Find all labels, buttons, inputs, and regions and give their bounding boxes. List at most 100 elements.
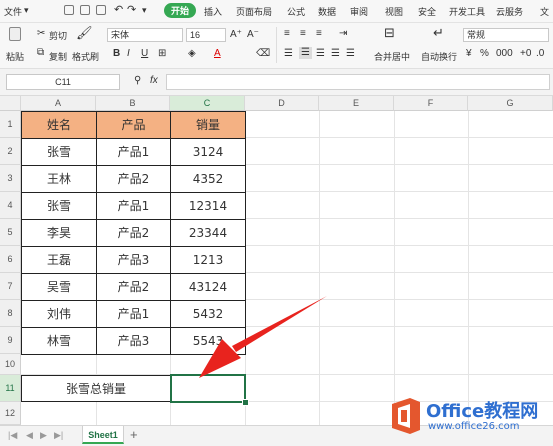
format-painter-icon[interactable]: 🖌 — [76, 26, 93, 39]
row-header-3[interactable]: 3 — [0, 165, 21, 192]
summary-label-cell[interactable]: 张雪总销量 — [21, 375, 171, 402]
table-cell[interactable]: 产品1 — [96, 138, 171, 166]
row-header-10[interactable]: 10 — [0, 354, 21, 375]
tab-home[interactable]: 开始 — [164, 3, 197, 18]
table-cell[interactable]: 产品1 — [96, 192, 171, 220]
tab-insert[interactable]: 插入 — [204, 5, 222, 18]
table-cell[interactable]: 23344 — [170, 219, 246, 247]
select-all-corner[interactable] — [0, 96, 21, 111]
table-cell[interactable]: 产品3 — [96, 327, 171, 355]
table-cell[interactable]: 吴雪 — [21, 273, 97, 301]
tab-more[interactable]: 文 — [540, 5, 549, 18]
tab-cloud[interactable]: 云服务 — [496, 5, 523, 18]
paste-icon[interactable] — [9, 27, 21, 41]
cut-button[interactable]: 剪切 — [49, 29, 67, 42]
italic-button[interactable]: I — [127, 48, 130, 60]
header-cell-product[interactable]: 产品 — [96, 111, 171, 139]
table-cell[interactable]: 刘伟 — [21, 300, 97, 328]
file-menu[interactable]: 文件 — [4, 5, 22, 18]
tab-view[interactable]: 视图 — [385, 5, 403, 18]
cut-icon[interactable]: ✂ — [37, 28, 45, 40]
export-icon[interactable] — [80, 5, 90, 15]
next-sheet-icon[interactable]: ▶ — [40, 429, 47, 441]
clear-format-icon[interactable]: ⌫ — [256, 48, 270, 60]
column-header-d[interactable]: D — [245, 96, 319, 111]
header-cell-sales[interactable]: 销量 — [170, 111, 246, 139]
paste-button[interactable]: 粘贴 — [6, 50, 24, 63]
font-name-select[interactable]: 宋体 — [107, 28, 183, 42]
table-cell[interactable]: 产品2 — [96, 273, 171, 301]
print-icon[interactable] — [96, 5, 106, 15]
column-header-a[interactable]: A — [21, 96, 96, 111]
zoom-icon[interactable]: ⚲ — [134, 75, 141, 87]
sheet-tab-sheet1[interactable]: Sheet1 — [82, 426, 124, 444]
save-icon[interactable] — [64, 5, 74, 15]
tab-page-layout[interactable]: 页面布局 — [236, 5, 272, 18]
number-format-select[interactable]: 常规 — [463, 28, 549, 42]
table-cell[interactable]: 1213 — [170, 246, 246, 274]
table-cell[interactable]: 产品1 — [96, 300, 171, 328]
tab-security[interactable]: 安全 — [418, 5, 436, 18]
fx-icon[interactable]: fx — [150, 75, 158, 86]
thousands-icon[interactable]: 000 — [496, 48, 513, 60]
row-header-2[interactable]: 2 — [0, 138, 21, 165]
row-header-5[interactable]: 5 — [0, 219, 21, 246]
table-cell[interactable]: 王林 — [21, 165, 97, 193]
table-cell[interactable]: 4352 — [170, 165, 246, 193]
decrease-font-icon[interactable]: A⁻ — [247, 29, 259, 41]
table-cell[interactable]: 张雪 — [21, 138, 97, 166]
row-header-6[interactable]: 6 — [0, 246, 21, 273]
table-cell[interactable]: 林雪 — [21, 327, 97, 355]
fill-color-icon[interactable]: ◈ — [188, 48, 196, 60]
tab-review[interactable]: 审阅 — [350, 5, 368, 18]
selected-cell-c11[interactable] — [170, 374, 246, 403]
table-cell[interactable]: 张雪 — [21, 192, 97, 220]
header-cell-name[interactable]: 姓名 — [21, 111, 97, 139]
column-header-f[interactable]: F — [394, 96, 468, 111]
wrap-text-button[interactable]: 自动换行 — [421, 50, 457, 63]
decimal-increase-icon[interactable]: +0 — [520, 48, 531, 60]
fill-handle[interactable] — [242, 399, 249, 406]
align-left-icon[interactable]: ☰ — [284, 48, 293, 60]
table-cell[interactable]: 产品2 — [96, 165, 171, 193]
table-cell[interactable]: 5432 — [170, 300, 246, 328]
format-painter-button[interactable]: 格式刷 — [72, 50, 99, 63]
copy-button[interactable]: 复制 — [49, 50, 67, 63]
row-header-8[interactable]: 8 — [0, 300, 21, 327]
align-top-icon[interactable]: ≡ — [284, 28, 290, 40]
more-quick-icon[interactable]: ▾ — [142, 5, 147, 16]
indent-icon[interactable]: ⇥ — [339, 28, 347, 40]
undo-icon[interactable]: ↶ — [114, 3, 123, 16]
currency-icon[interactable]: ¥ — [466, 48, 472, 60]
row-header-7[interactable]: 7 — [0, 273, 21, 300]
row-header-4[interactable]: 4 — [0, 192, 21, 219]
table-cell[interactable]: 产品2 — [96, 219, 171, 247]
underline-button[interactable]: U — [141, 48, 148, 60]
align-bottom-icon[interactable]: ≡ — [316, 28, 322, 40]
tab-developer[interactable]: 开发工具 — [449, 5, 485, 18]
table-cell[interactable]: 产品3 — [96, 246, 171, 274]
distribute-icon[interactable]: ☰ — [346, 48, 355, 60]
name-box[interactable]: C11 — [6, 74, 120, 90]
table-cell[interactable]: 王磊 — [21, 246, 97, 274]
copy-icon[interactable]: ⧉ — [37, 47, 44, 59]
prev-sheet-icon[interactable]: ◀ — [26, 429, 33, 441]
align-right-icon[interactable]: ☰ — [316, 48, 325, 60]
tab-formulas[interactable]: 公式 — [287, 5, 305, 18]
table-cell[interactable]: 12314 — [170, 192, 246, 220]
tab-data[interactable]: 数据 — [318, 5, 336, 18]
align-center-icon[interactable]: ☰ — [299, 47, 312, 59]
last-sheet-icon[interactable]: ▶| — [54, 429, 63, 441]
row-header-9[interactable]: 9 — [0, 327, 21, 354]
decimal-decrease-icon[interactable]: .0 — [536, 48, 544, 60]
column-header-c[interactable]: C — [170, 96, 245, 111]
add-sheet-button[interactable]: + — [130, 428, 138, 441]
percent-icon[interactable]: % — [480, 48, 489, 60]
table-cell[interactable]: 43124 — [170, 273, 246, 301]
border-icon[interactable]: ⊞ — [158, 48, 166, 60]
table-cell[interactable]: 李昊 — [21, 219, 97, 247]
wrap-text-icon[interactable]: ↵ — [433, 26, 444, 39]
first-sheet-icon[interactable]: |◀ — [8, 429, 17, 441]
justify-icon[interactable]: ☰ — [331, 48, 340, 60]
align-middle-icon[interactable]: ≡ — [300, 28, 306, 40]
